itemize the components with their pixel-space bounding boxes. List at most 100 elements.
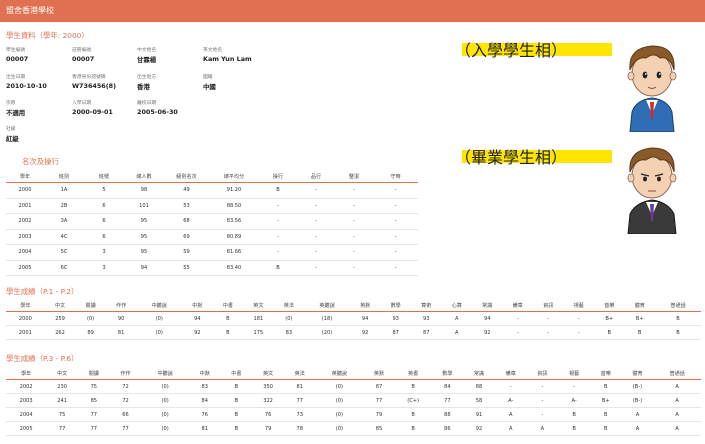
field-label: 離校日期 <box>137 101 157 106</box>
table-cell: B <box>558 407 590 422</box>
table-cell: B <box>212 325 244 340</box>
table-row: 2002 230 75 72 (0) 83 B 350 81 (0) 87 B 84 88- - - B (B-)… <box>6 379 701 394</box>
table-cell: (B-) <box>621 393 654 408</box>
column-header: 作作 <box>105 299 137 312</box>
table-cell: 6 <box>84 229 124 245</box>
column-header: 中文 <box>46 367 78 380</box>
field-value-admission-date: 2000-09-01 <box>72 108 113 116</box>
column-header: 中默 <box>182 299 213 312</box>
table-cell: B <box>394 421 432 436</box>
table-cell: 81 <box>283 379 316 394</box>
table-cell: - <box>526 393 559 408</box>
table-cell: (0) <box>141 421 189 436</box>
table-cell: - <box>526 407 559 422</box>
table-cell: - <box>373 244 418 261</box>
table-cell: - <box>259 229 297 245</box>
table-cell: - <box>335 213 373 230</box>
table-cell: 181 <box>243 311 274 326</box>
table-cell: 68 <box>164 213 209 230</box>
column-header: 閱讀 <box>75 299 106 312</box>
table-cell: B+ <box>594 311 625 326</box>
table-cell: B+ <box>589 393 622 408</box>
column-header: 級別名次 <box>164 170 209 183</box>
column-header: 備章 <box>494 367 527 380</box>
table-cell: 322 <box>252 393 284 408</box>
table-cell: A <box>621 421 654 436</box>
column-header: 中書 <box>212 299 244 312</box>
field-label: 社級 <box>6 127 16 132</box>
table-cell: 53 <box>164 198 209 214</box>
table-cell: 77 <box>363 393 395 408</box>
rank-header-row: 學年 班別 班號 總人數 級別名次 總平均分 操行 品行 整潔 守時 <box>6 170 418 183</box>
graduation-photo-label: （畢業學生相） <box>455 148 568 167</box>
field-value-student-no: 00007 <box>6 55 29 63</box>
table-cell: B <box>589 421 622 436</box>
table-cell: - <box>297 244 335 261</box>
table-cell: - <box>335 198 373 214</box>
table-row: 2000 259 (0) 90 (0) 94 B 181 (0) (18) 94 93 93 A 94- - -… <box>6 311 701 326</box>
column-header: 資訊 <box>526 367 559 380</box>
table-cell: 6C <box>44 260 84 276</box>
table-cell: A <box>653 421 701 436</box>
table-cell: (20) <box>304 325 350 340</box>
table-cell: - <box>259 244 297 261</box>
grades-p3-p6-table: 學年 中文 閱讀 作作 中聽說 中默 中書 英文 英法 英聽說 英默 英書 數學 常識 備章 資訊 視藝 音樂 體育… <box>6 367 701 436</box>
table-row: 2001 262 89 81 (0) 92 B 175 83 (20) 92 87 87 A 92- - - B B… <box>6 325 701 340</box>
table-cell: 83 <box>273 325 305 340</box>
column-header: 體育 <box>621 367 654 380</box>
table-cell: 94 <box>471 311 503 326</box>
column-header: 中書 <box>220 367 253 380</box>
table-cell: (0) <box>75 311 106 326</box>
table-cell: 230 <box>46 379 78 394</box>
table-cell: 350 <box>252 379 284 394</box>
table-cell: 94 <box>349 311 381 326</box>
table-row: 2000 1A 5 98 49 91.20 B - - - <box>6 182 418 199</box>
field-value-leave-date: 2005-06-30 <box>137 108 178 116</box>
table-cell: 2000 <box>6 182 44 199</box>
table-cell: 6 <box>84 198 124 214</box>
student-info-title: 學生資料（學年: 2000） <box>6 31 89 40</box>
column-header: 總平均分 <box>209 170 259 183</box>
column-header: 總人數 <box>124 170 164 183</box>
table-row: 2003 241 85 72 (0) 84 B 322 77 (0) 77 (C+) 77 58 A- - A-… <box>6 393 701 408</box>
column-header: 學年 <box>6 299 45 312</box>
column-header: 中默 <box>188 367 221 380</box>
column-header: 英法 <box>283 367 316 380</box>
table-cell: A <box>621 407 654 422</box>
field-label: 註冊編號 <box>72 48 92 53</box>
table-cell: 77 <box>77 407 110 422</box>
table-cell: 77 <box>109 421 142 436</box>
table-cell: 94 <box>182 311 213 326</box>
table-row: 2005 6C 3 94 55 83.40 B - - - <box>6 260 418 276</box>
column-header: 英聽說 <box>304 299 350 312</box>
table-cell: 81 <box>105 325 137 340</box>
table-cell: (0) <box>141 407 189 422</box>
table-cell: 92 <box>182 325 213 340</box>
table-cell: - <box>373 182 418 199</box>
column-header: 英文 <box>243 299 274 312</box>
table-cell: 4C <box>44 229 84 245</box>
column-header: 作作 <box>109 367 142 380</box>
table-cell: 76 <box>252 407 284 422</box>
table-cell: A- <box>558 393 590 408</box>
table-cell: 95 <box>124 213 164 230</box>
column-header: 英法 <box>273 299 305 312</box>
rank-section-title: 名次及操行 <box>22 157 59 166</box>
table-cell: 93 <box>410 311 442 326</box>
column-header: 學年 <box>6 170 44 183</box>
table-cell: A <box>494 407 527 422</box>
table-cell: (B-) <box>621 379 654 394</box>
column-header: 整潔 <box>335 170 373 183</box>
field-label: 出生日期 <box>6 75 26 80</box>
table-cell: 85 <box>363 421 395 436</box>
table-cell: - <box>563 325 595 340</box>
table-cell: 78 <box>283 421 316 436</box>
table-cell: (0) <box>315 379 364 394</box>
table-cell: 93 <box>380 311 411 326</box>
field-value-chinese-name: 甘霖楊 <box>137 56 157 64</box>
field-value-hkid: W736456(8) <box>72 82 117 90</box>
table-cell: (18) <box>304 311 350 326</box>
field-value-religion: 不適用 <box>6 109 26 117</box>
table-cell: A <box>653 393 701 408</box>
column-header: 學年 <box>6 367 47 380</box>
